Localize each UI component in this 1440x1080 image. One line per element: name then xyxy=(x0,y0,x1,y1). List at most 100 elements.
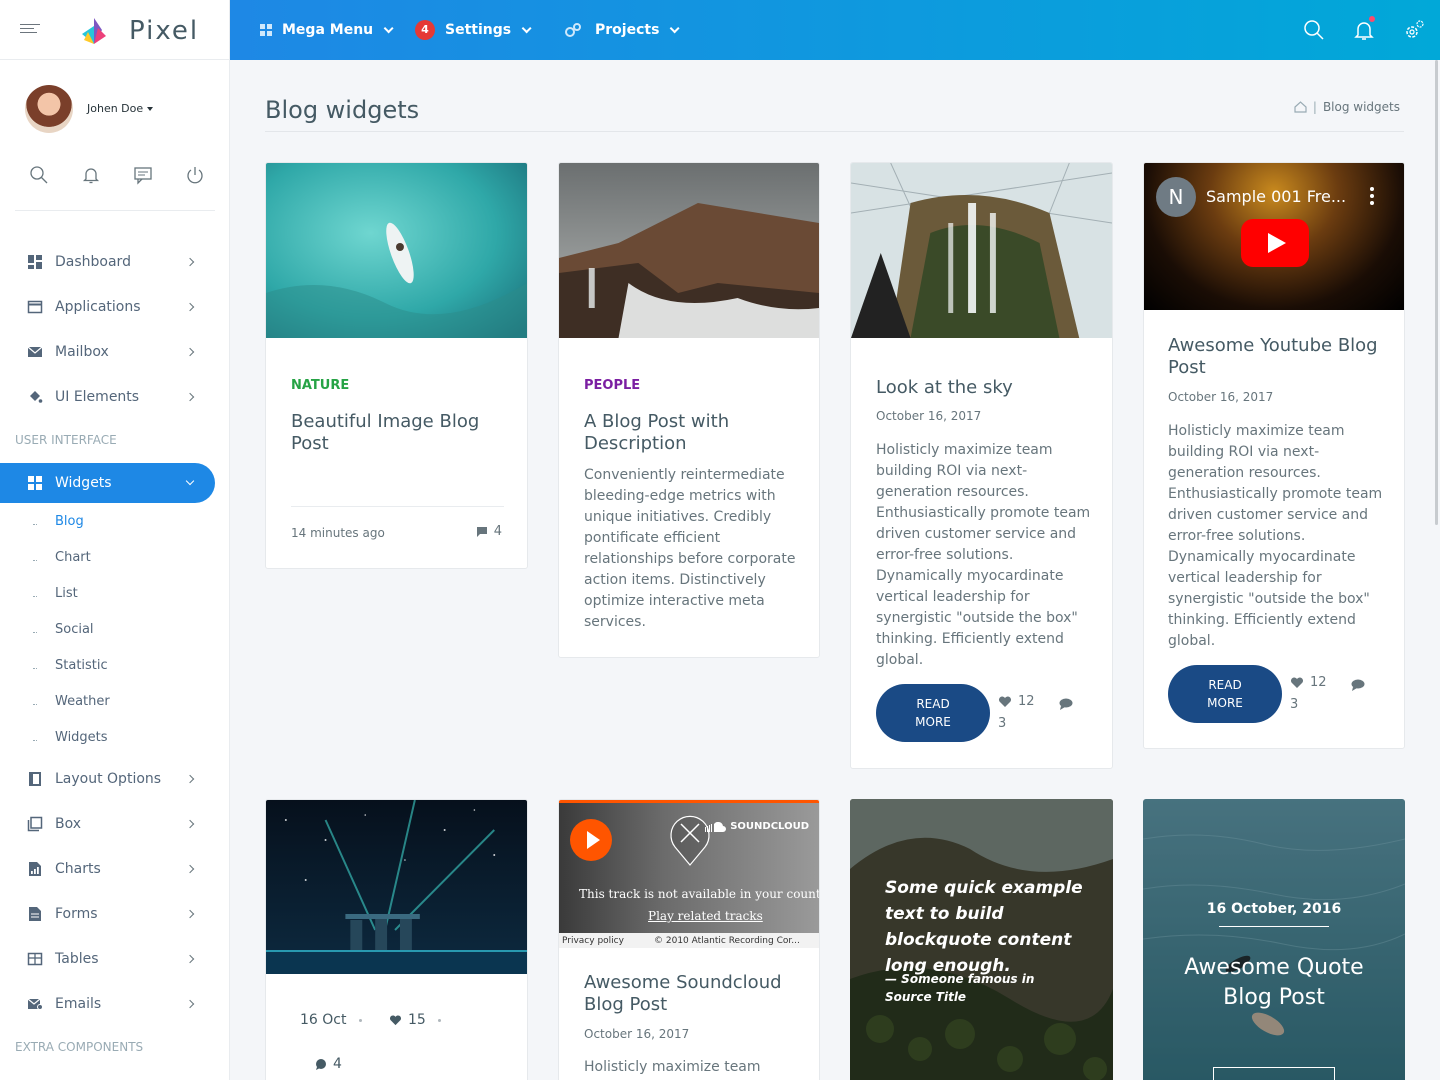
post-title[interactable]: Look at the sky xyxy=(876,377,1091,399)
home-icon[interactable] xyxy=(1294,101,1307,113)
brand-name[interactable]: Pixel xyxy=(129,16,199,46)
comment-count[interactable]: 3 xyxy=(1290,697,1298,712)
page-scrollbar[interactable] xyxy=(1435,60,1438,525)
settings-menu[interactable]: 4 Settings xyxy=(415,0,532,60)
sidebar-item-tables[interactable]: Tables xyxy=(0,939,215,979)
sidebar-item-charts[interactable]: Charts xyxy=(0,849,215,889)
heart-icon xyxy=(389,1014,402,1025)
mega-menu[interactable]: Mega Menu xyxy=(260,0,394,60)
blog-card-quote: 16 October, 2016 Awesome Quote Blog Post xyxy=(1143,799,1405,1080)
post-title[interactable]: Beautiful Image Blog Post xyxy=(291,411,506,455)
chevron-right-icon xyxy=(185,954,195,964)
blog-card-people: PEOPLE A Blog Post with Description Conv… xyxy=(558,162,820,658)
chevron-right-icon xyxy=(185,864,195,874)
blog-card-city-night: 16 Oct 15 4 xyxy=(265,799,528,1080)
sidebar-subitem-chart[interactable]: Chart xyxy=(0,539,215,575)
sidebar-subitem-widgets[interactable]: Widgets xyxy=(0,719,215,755)
notifications-button[interactable] xyxy=(1352,16,1376,42)
hamburger-icon[interactable] xyxy=(20,24,40,38)
layout-icon xyxy=(29,772,41,786)
chevron-right-icon xyxy=(185,999,195,1009)
search-icon[interactable] xyxy=(29,165,49,185)
category-tag[interactable]: PEOPLE xyxy=(584,378,640,393)
sidebar-subitem-statistic[interactable]: Statistic xyxy=(0,647,215,683)
sea-paddleboard-image[interactable] xyxy=(266,163,527,338)
sidebar-subitem-list[interactable]: List xyxy=(0,575,215,611)
sidebar-subitem-social[interactable]: Social xyxy=(0,611,215,647)
sidebar-item-label: Layout Options xyxy=(55,771,162,787)
indoor-waterfall-image[interactable] xyxy=(851,163,1112,338)
like-count-value: 15 xyxy=(408,1012,426,1028)
sidebar-subitem-weather[interactable]: Weather xyxy=(0,683,215,719)
post-title[interactable]: Awesome Soundcloud Blog Post xyxy=(584,972,799,1016)
projects-menu[interactable]: Projects xyxy=(565,0,680,60)
sidebar-item-box[interactable]: Box xyxy=(0,804,215,844)
sc-unavailable-message: This track is not available in your coun… xyxy=(579,887,820,901)
sidebar-item-widgets[interactable]: Widgets xyxy=(0,463,215,503)
cliff-waterfall-image[interactable] xyxy=(559,163,819,338)
message-icon[interactable] xyxy=(133,165,153,185)
nav-caption-extra-components: EXTRA COMPONENTS xyxy=(15,1040,144,1054)
sidebar-subitem-blog[interactable]: Blog xyxy=(0,503,215,539)
sidebar-item-label: Forms xyxy=(55,906,98,922)
avatar[interactable] xyxy=(25,85,73,133)
post-title[interactable]: Awesome Quote Blog Post xyxy=(1163,953,1385,1013)
youtube-video-embed[interactable]: N Sample 001 Fre... xyxy=(1144,163,1404,310)
comment-icon xyxy=(476,526,487,537)
sidebar-item-applications[interactable]: Applications xyxy=(0,287,215,327)
post-description: Conveniently reintermediate bleeding-edg… xyxy=(584,467,796,630)
city-night-image[interactable] xyxy=(266,800,527,974)
chevron-right-icon xyxy=(185,774,195,784)
paint-bucket-icon xyxy=(30,391,43,403)
sidebar-item-ui-elements[interactable]: UI Elements xyxy=(0,377,215,417)
channel-avatar[interactable]: N xyxy=(1156,177,1196,217)
separator-dot xyxy=(359,1019,362,1022)
sidebar-item-layout-options[interactable]: Layout Options xyxy=(0,759,215,799)
search-icon[interactable] xyxy=(1302,18,1326,42)
sidebar-item-forms[interactable]: Forms xyxy=(0,894,215,934)
comment-count[interactable]: 4 xyxy=(315,1056,342,1072)
sc-play-button[interactable] xyxy=(570,819,612,861)
read-more-button[interactable]: READ MORE xyxy=(1168,665,1282,723)
settings-gear-button[interactable] xyxy=(1402,18,1426,42)
like-count[interactable]: 15 xyxy=(389,1012,426,1028)
blockquote-text: Some quick example text to build blockqu… xyxy=(885,878,1083,976)
video-title[interactable]: Sample 001 Fre... xyxy=(1206,187,1346,206)
breadcrumb-current: Blog widgets xyxy=(1322,100,1400,114)
user-menu[interactable]: Johen Doe xyxy=(87,102,154,115)
sidebar-item-mailbox[interactable]: Mailbox xyxy=(0,332,215,372)
like-count[interactable]: 12 xyxy=(998,694,1035,709)
sidebar-item-label: Applications xyxy=(55,299,141,315)
post-title[interactable]: A Blog Post with Description xyxy=(584,411,799,455)
sidebar-item-emails[interactable]: Emails xyxy=(0,984,215,1024)
read-more-button[interactable]: READ MORE xyxy=(876,684,990,742)
comment-icon[interactable] xyxy=(1351,679,1365,691)
comment-count[interactable]: 3 xyxy=(998,716,1006,731)
read-more-outline-button[interactable] xyxy=(1213,1067,1335,1080)
post-title[interactable]: Awesome Youtube Blog Post xyxy=(1168,335,1383,379)
chevron-down-icon xyxy=(383,22,394,33)
privacy-policy-link[interactable]: Privacy policy xyxy=(562,936,624,946)
soundcloud-embed[interactable]: SOUNDCLOUD This track is not available i… xyxy=(559,800,819,948)
power-icon[interactable] xyxy=(185,165,205,185)
soundcloud-label: SOUNDCLOUD xyxy=(730,821,809,832)
sidebar-item-dashboard[interactable]: Dashboard xyxy=(0,242,215,282)
more-vertical-icon[interactable] xyxy=(1370,187,1374,205)
bell-icon[interactable] xyxy=(81,165,101,185)
play-icon xyxy=(587,831,600,849)
settings-label: Settings xyxy=(445,22,512,38)
user-name: Johen Doe xyxy=(87,102,144,115)
comment-icon[interactable] xyxy=(1059,698,1073,710)
comment-count-value: 3 xyxy=(998,716,1007,731)
bullet-icon xyxy=(33,630,37,633)
play-button-icon[interactable] xyxy=(1241,219,1309,267)
like-count[interactable]: 12 xyxy=(1290,675,1327,690)
sidebar-subitem-label: Statistic xyxy=(55,657,108,673)
heart-icon xyxy=(998,695,1012,707)
category-tag[interactable]: NATURE xyxy=(291,378,349,393)
play-related-link[interactable]: Play related tracks xyxy=(648,909,763,923)
bullet-icon xyxy=(33,594,37,597)
soundcloud-logo[interactable]: SOUNDCLOUD xyxy=(704,821,809,832)
comment-count[interactable]: 4 xyxy=(476,524,502,539)
read-more-label: READ MORE xyxy=(915,697,951,729)
